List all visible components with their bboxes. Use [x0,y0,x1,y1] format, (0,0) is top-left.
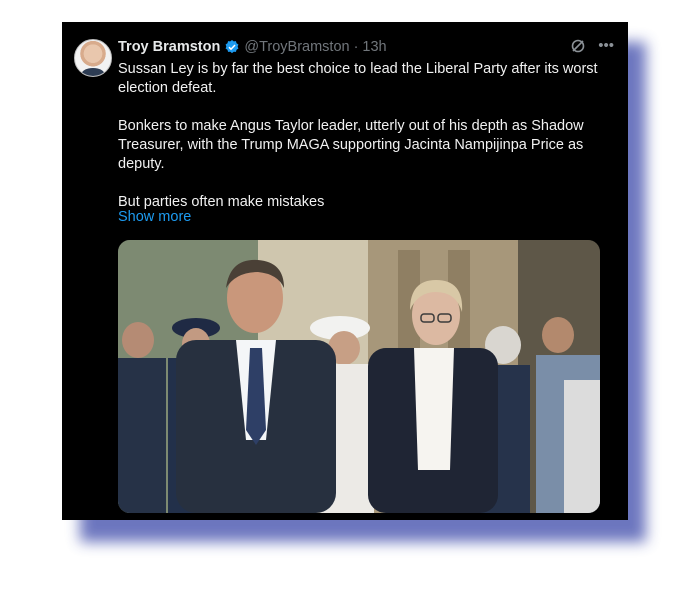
post-text: Sussan Ley is by far the best choice to … [118,60,608,212]
post-paragraph-2: Bonkers to make Angus Taylor leader, utt… [118,118,584,172]
post-photo[interactable] [118,240,600,513]
grok-icon[interactable] [570,38,586,54]
post-paragraph-3: But parties often make mistakes [118,194,325,210]
avatar[interactable] [74,39,112,77]
verified-badge-icon [225,40,239,54]
post-paragraph-1: Sussan Ley is by far the best choice to … [118,61,598,96]
author-handle[interactable]: @TroyBramston [244,39,349,55]
more-options-icon[interactable]: ••• [598,37,614,55]
show-more-link[interactable]: Show more [118,209,191,225]
author-name[interactable]: Troy Bramston [118,39,220,55]
timestamp[interactable]: 13h [362,39,386,55]
post-card[interactable]: Troy Bramston @TroyBramston · 13h ••• Su… [62,22,628,520]
post-header: Troy Bramston @TroyBramston · 13h [118,39,387,55]
separator: · [353,39,359,55]
post-actions-top: ••• [570,37,614,55]
photo-illustration [118,240,600,513]
